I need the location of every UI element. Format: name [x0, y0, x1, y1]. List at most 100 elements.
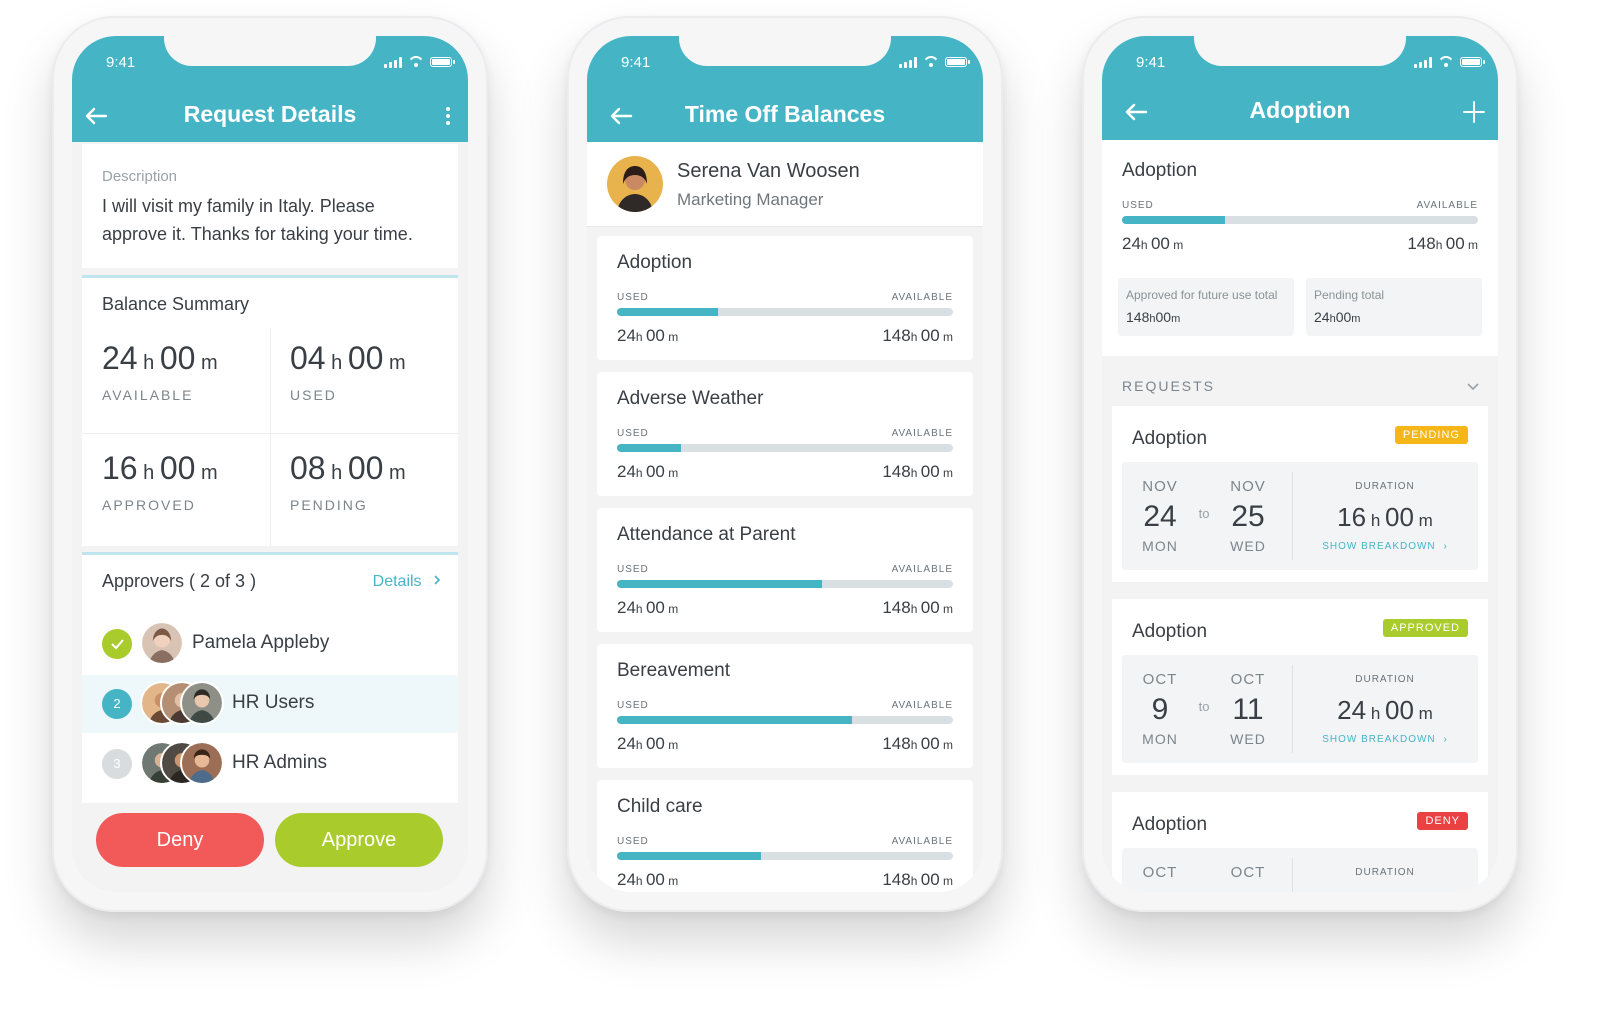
- details-label: Details: [372, 573, 422, 590]
- balance-used: 04 h 00 m USED: [290, 340, 406, 403]
- unit-m: m: [1171, 313, 1181, 325]
- to-weekday: WED: [1230, 731, 1266, 747]
- wifi-icon: [1438, 56, 1454, 68]
- balance-mins: 00: [159, 450, 196, 486]
- hours: 16: [1337, 502, 1367, 532]
- wifi-icon: [408, 56, 424, 68]
- status-badge: PENDING: [1394, 426, 1468, 444]
- used-value: 24h 00 m: [617, 870, 678, 890]
- from-weekday: MON: [1142, 538, 1178, 554]
- balance-card[interactable]: Adoption USED AVAILABLE 24h 00 m 148h 00 m: [597, 236, 973, 360]
- show-breakdown-link[interactable]: SHOW BREAKDOWN ›: [1292, 541, 1478, 552]
- mins: 00: [645, 870, 665, 889]
- avatar: [140, 621, 184, 665]
- status-icons: [384, 56, 455, 68]
- unit-m: m: [389, 462, 406, 484]
- approver-row[interactable]: 3 HR Admins: [82, 735, 458, 793]
- unit-h: h: [143, 352, 155, 374]
- to-month: NOV: [1230, 478, 1266, 495]
- wifi-icon: [923, 56, 939, 68]
- balance-approved: 16 h 00 m APPROVED: [102, 450, 218, 513]
- unit-h: h: [635, 466, 643, 480]
- duration-label: DURATION: [1355, 481, 1415, 492]
- unit-h: h: [910, 602, 918, 616]
- balance-card[interactable]: Bereavement USED AVAILABLE 24h 00 m 148h 00 …: [597, 644, 973, 768]
- mins: 00: [920, 870, 940, 889]
- duration-label: DURATION: [1355, 867, 1415, 878]
- usage-progress-fill: [617, 716, 853, 724]
- hours: 24: [617, 870, 636, 889]
- to-day: 11: [1232, 693, 1264, 726]
- request-card[interactable]: Adoption PENDING NOV NOV DURATION 24 to 25 MON WE…: [1112, 406, 1488, 582]
- unit-m: m: [668, 466, 679, 480]
- status-badge: APPROVED: [1382, 619, 1468, 637]
- hours: 148: [882, 870, 911, 889]
- hours: 148: [882, 326, 911, 345]
- leave-type-name: Adverse Weather: [617, 388, 764, 409]
- app-header: 9:41 Time Off Balances: [587, 36, 983, 142]
- pending-total-label: Pending total: [1314, 288, 1385, 302]
- to-month: OCT: [1230, 671, 1266, 688]
- show-breakdown-link[interactable]: SHOW BREAKDOWN ›: [1292, 734, 1478, 745]
- approver-row[interactable]: 2 HR Users: [82, 675, 458, 733]
- status-time: 9:41: [106, 54, 136, 71]
- available-value: 148h 00 m: [882, 734, 953, 754]
- duration-value: 16 h 00 m: [1292, 502, 1478, 533]
- avatar: [180, 681, 224, 725]
- user-name: Serena Van Woosen: [677, 160, 860, 182]
- unit-h: h: [1435, 238, 1443, 252]
- available-label: AVAILABLE: [1416, 200, 1478, 211]
- status-icons: [1414, 56, 1485, 68]
- request-title: Adoption: [1132, 814, 1208, 835]
- date-range-box: OCT OCT DURATION 9 to 11 MON WED 24 h 00 m SHOW B…: [1122, 655, 1478, 763]
- request-title: Adoption: [1132, 428, 1208, 449]
- balance-label: USED: [290, 387, 337, 403]
- approve-button[interactable]: Approve: [275, 813, 443, 867]
- notch: [679, 36, 891, 66]
- chevron-right-icon: [434, 575, 441, 585]
- available-label: AVAILABLE: [891, 700, 953, 711]
- avatar: [607, 156, 663, 212]
- mins: 00: [920, 326, 940, 345]
- screen: 9:41 Adoption Adoption USED AVAILABLE 24…: [1102, 36, 1498, 892]
- unit-m: m: [1351, 313, 1361, 325]
- deny-button[interactable]: Deny: [96, 813, 264, 867]
- mins: 00: [1445, 234, 1465, 253]
- balance-card[interactable]: Child care USED AVAILABLE 24h 00 m 148h 00 m: [597, 780, 973, 892]
- balance-summary-title: Balance Summary: [102, 294, 250, 314]
- unit-h: h: [910, 738, 918, 752]
- from-month: OCT: [1142, 864, 1178, 881]
- balance-card[interactable]: Adverse Weather USED AVAILABLE 24h 00 m 148h…: [597, 372, 973, 496]
- user-role: Marketing Manager: [677, 190, 824, 209]
- hours: 148: [882, 462, 911, 481]
- balance-label: AVAILABLE: [102, 387, 194, 403]
- requests-section-header[interactable]: REQUESTS: [1102, 366, 1498, 406]
- hours: 24: [1314, 309, 1330, 325]
- unit-m: m: [668, 738, 679, 752]
- used-label: USED: [617, 836, 649, 847]
- more-vertical-icon[interactable]: [434, 102, 462, 130]
- hours: 148: [1407, 234, 1436, 253]
- show-breakdown-label: SHOW BREAKDOWN: [1322, 541, 1436, 552]
- approver-row[interactable]: Pamela Appleby: [82, 615, 458, 673]
- usage-progress-bar: [1122, 216, 1478, 224]
- mins: 00: [1385, 502, 1414, 532]
- details-link[interactable]: Details: [373, 573, 442, 591]
- pending-total-value: 24h00m: [1314, 309, 1360, 325]
- balance-card[interactable]: Attendance at Parent USED AVAILABLE 24h 00 …: [597, 508, 973, 632]
- unit-h: h: [635, 602, 643, 616]
- notch: [1194, 36, 1406, 66]
- used-value: 24h 00 m: [617, 462, 678, 482]
- request-card[interactable]: Adoption DENY OCT OCT DURATION: [1112, 792, 1488, 892]
- available-label: AVAILABLE: [891, 428, 953, 439]
- mins: 00: [1335, 309, 1352, 325]
- request-card[interactable]: Adoption APPROVED OCT OCT DURATION 9 to 11 MON WE…: [1112, 599, 1488, 775]
- balance-hours: 04: [290, 340, 326, 376]
- signal-icon: [384, 56, 402, 68]
- approver-name: Pamela Appleby: [192, 632, 330, 653]
- available-value: 148h 00 m: [1407, 234, 1478, 254]
- leave-type-name: Attendance at Parent: [617, 524, 796, 545]
- mins: 00: [1385, 695, 1414, 725]
- unit-m: m: [943, 330, 953, 344]
- plus-icon[interactable]: [1460, 98, 1488, 126]
